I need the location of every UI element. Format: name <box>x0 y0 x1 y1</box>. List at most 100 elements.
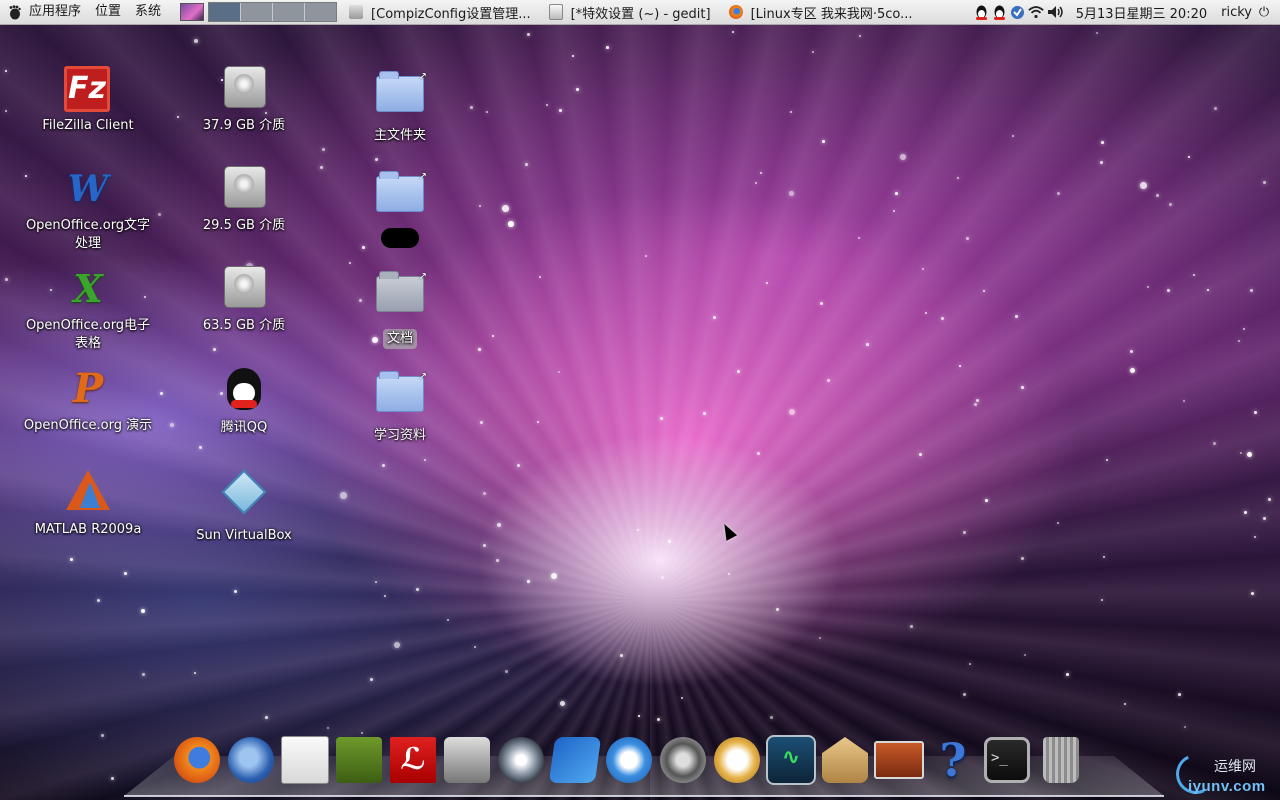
dock-item-terminal[interactable]: >_ <box>980 732 1034 788</box>
laptop-presentation-icon <box>874 741 924 779</box>
desktop-icon-label: 主文件夹 <box>373 128 426 143</box>
star <box>1188 156 1190 158</box>
star <box>265 716 268 719</box>
dock-rim <box>124 795 1164 797</box>
power-icon[interactable]: ⏻ <box>1256 5 1272 20</box>
pdf-reader-icon: ℒ <box>390 737 436 783</box>
firefox-icon <box>174 737 220 783</box>
dock-item-help[interactable]: ? <box>926 732 980 788</box>
dock-item-system-monitor[interactable]: ∿ <box>764 732 818 788</box>
star <box>1101 599 1103 601</box>
desktop-preview-icon[interactable] <box>180 3 205 21</box>
dock-item-disc-burner[interactable] <box>710 732 764 788</box>
star <box>496 559 499 562</box>
star <box>384 595 386 597</box>
filezilla-icon: Fz <box>64 66 110 112</box>
star <box>606 46 609 49</box>
dock-item-trash[interactable] <box>1034 732 1088 788</box>
star <box>525 163 528 166</box>
desktop-icon-matlab[interactable]: MATLAB R2009a <box>13 466 163 539</box>
workspace-1[interactable] <box>209 3 242 21</box>
desktop-icon-oo-calc[interactable]: X OpenOffice.org电子表格 <box>13 266 163 353</box>
workspace-3[interactable] <box>273 3 306 21</box>
desktop-icon-label: 文档 <box>382 329 417 349</box>
video-clapper-icon <box>548 737 602 783</box>
desktop-icon-label: 29.5 GB 介质 <box>202 218 286 233</box>
star <box>668 540 671 543</box>
menu-applications[interactable]: 应用程序 <box>22 0 88 24</box>
menu-system[interactable]: 系统 <box>128 0 168 24</box>
openoffice-writer-icon: W <box>67 168 109 210</box>
star <box>983 290 985 292</box>
star <box>537 421 539 423</box>
package-installer-icon <box>822 737 868 783</box>
dock-item-firefox[interactable] <box>170 732 224 788</box>
gnome-foot-icon[interactable] <box>6 4 22 20</box>
dock-item-books[interactable] <box>332 732 386 788</box>
thunderbird-icon <box>228 737 274 783</box>
star <box>966 237 969 240</box>
desktop-icon-redacted-folder[interactable]: ↗ <box>325 166 475 248</box>
menu-places[interactable]: 位置 <box>88 0 128 24</box>
wifi-icon[interactable] <box>1028 4 1044 20</box>
desktop-icon-drive-29gb[interactable]: 29.5 GB 介质 <box>169 166 319 235</box>
desktop-icon-qq[interactable]: 腾讯QQ <box>169 366 319 437</box>
star <box>1106 459 1108 461</box>
star <box>486 111 488 113</box>
dock-item-presentation[interactable] <box>872 732 926 788</box>
desktop-icon-drive-63gb[interactable]: 63.5 GB 介质 <box>169 266 319 335</box>
star <box>1057 522 1059 524</box>
system-monitor-icon: ∿ <box>766 735 816 785</box>
network-manager-icon[interactable] <box>1010 4 1026 20</box>
star <box>1238 340 1240 342</box>
star <box>572 55 574 57</box>
dock-item-pdf-reader[interactable]: ℒ <box>386 732 440 788</box>
desktop-icon-oo-writer[interactable]: W OpenOffice.org文字处理 <box>13 166 163 253</box>
hard-drive-icon <box>224 66 266 108</box>
film-reel-icon <box>660 737 706 783</box>
star <box>858 237 860 239</box>
desktop-icon-documents[interactable]: ↗ 文档 <box>325 266 475 349</box>
qq-icon[interactable] <box>992 4 1008 20</box>
desktop-icon-oo-impress[interactable]: P OpenOffice.org 演示 <box>13 366 163 435</box>
star <box>1101 141 1104 144</box>
star <box>766 282 768 284</box>
workspace-2[interactable] <box>241 3 274 21</box>
desktop-icon-label: OpenOffice.org文字处理 <box>25 218 151 251</box>
desktop-icon-filezilla[interactable]: Fz FileZilla Client <box>13 66 163 135</box>
dock-item-text-editor[interactable] <box>278 732 332 788</box>
star <box>957 177 959 179</box>
star <box>213 348 216 351</box>
desktop-icon-home-folder[interactable]: ↗ 主文件夹 <box>325 66 475 145</box>
clock[interactable]: 5月13日星期三 20:20 <box>1066 3 1215 22</box>
taskbar-item-label: [CompizConfig设置管理... <box>371 6 531 22</box>
workspace-4[interactable] <box>305 3 337 21</box>
taskbar-item-firefox[interactable]: [Linux专区 我来我网·5co... <box>723 0 919 24</box>
user-menu[interactable]: ricky <box>1215 5 1256 20</box>
dock-item-video[interactable] <box>548 732 602 788</box>
top-panel: 应用程序 位置 系统 [CompizConfig设置管理... [*特效设置 (… <box>0 0 1280 25</box>
star <box>959 365 961 367</box>
star <box>124 572 127 575</box>
star <box>1147 286 1149 288</box>
dock-item-thunderbird[interactable] <box>224 732 278 788</box>
star <box>969 663 971 665</box>
dock-item-audio[interactable] <box>494 732 548 788</box>
hard-drive-icon <box>224 266 266 308</box>
desktop-icon-drive-37gb[interactable]: 37.9 GB 介质 <box>169 66 319 135</box>
desktop-icon-label: 腾讯QQ <box>220 420 268 435</box>
volume-icon[interactable] <box>1046 4 1066 20</box>
star <box>895 192 898 195</box>
browser-icon <box>606 737 652 783</box>
taskbar-item-compizconfig[interactable]: [CompizConfig设置管理... <box>343 0 537 24</box>
star <box>919 453 922 456</box>
dock-item-camera[interactable] <box>440 732 494 788</box>
taskbar-item-gedit[interactable]: [*特效设置 (~) - gedit] <box>543 0 717 24</box>
qq-icon[interactable] <box>974 4 990 20</box>
desktop-icon-virtualbox[interactable]: Sun VirtualBox <box>169 466 319 545</box>
dock-item-browser[interactable] <box>602 732 656 788</box>
dock-item-package-installer[interactable] <box>818 732 872 788</box>
firefox-icon <box>728 5 743 19</box>
dock-item-film-reel[interactable] <box>656 732 710 788</box>
desktop-icon-study-materials[interactable]: ↗ 学习资料 <box>325 366 475 445</box>
